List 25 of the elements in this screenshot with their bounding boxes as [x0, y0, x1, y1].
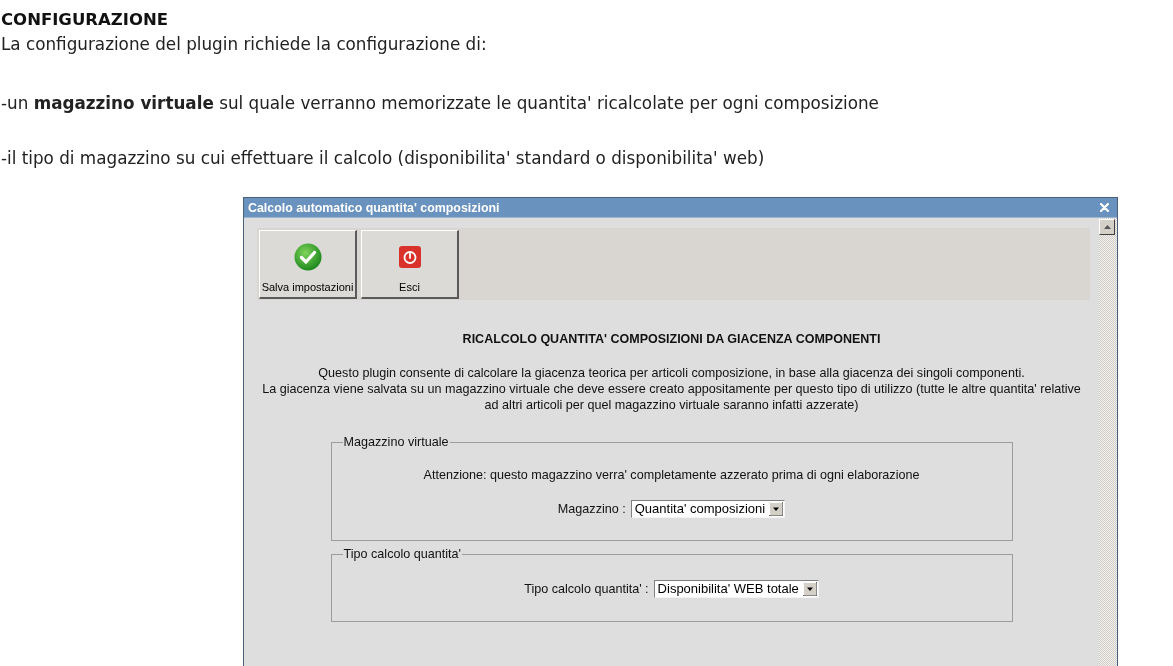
toolbar-button[interactable]: Esci — [361, 230, 459, 299]
section-heading: CONFIGURAZIONE — [1, 9, 168, 31]
group-legend: Tipo calcolo quantita' — [342, 547, 462, 561]
check-circle-icon — [293, 243, 322, 271]
close-icon[interactable] — [1100, 203, 1109, 212]
field-label: Magazzino : — [557, 502, 626, 516]
paragraph: -il tipo di magazzino su cui effettuare il calcolo (disponibilita' standard o disponibilita' web) — [1, 147, 765, 170]
toolbar-button[interactable]: Salva impostazioni — [259, 230, 357, 299]
dropdown[interactable]: Disponibilita' WEB totale — [653, 580, 819, 598]
paragraph: -un magazzino virtuale sul quale verranno memorizzate le quantita' ricalcolate per ogni composizione — [1, 92, 879, 115]
dialog-heading: RICALCOLO QUANTITA' COMPOSIZIONI DA GIACENZA COMPONENTI — [462, 332, 881, 346]
dropdown-arrow-icon — [769, 502, 784, 516]
field-label: Tipo calcolo quantita' : — [524, 582, 649, 596]
up-arrow-icon — [1103, 225, 1111, 229]
scrollbar[interactable] — [1099, 218, 1117, 666]
warning-text: Attenzione: questo magazzino verra' completamente azzerato prima di ogni elaborazione — [423, 468, 920, 482]
scroll-up-button[interactable] — [1099, 219, 1115, 235]
dropdown[interactable]: Quantita' composizioni — [630, 500, 786, 518]
window-title: Calcolo automatico quantita' composizioni — [248, 200, 500, 215]
dropdown-arrow-icon — [802, 582, 817, 596]
description-text: Questo plugin consente di calcolare la giacenza teorica per articoli composizione, in base alla giacenza dei singoli componenti. — [318, 365, 1025, 381]
paragraph: La configurazione del plugin richiede la configurazione di: — [1, 33, 487, 56]
power-icon — [398, 246, 421, 268]
description-text: La giacenza viene salvata su un magazzino virtuale che deve essere creato appositamente per questo tipo di utilizzo (tutte le altre quantita' relative ad altri articoli per quel magazzino virtuale saranno infatti azzerate) — [261, 381, 1082, 413]
group-legend: Magazzino virtuale — [342, 435, 450, 449]
